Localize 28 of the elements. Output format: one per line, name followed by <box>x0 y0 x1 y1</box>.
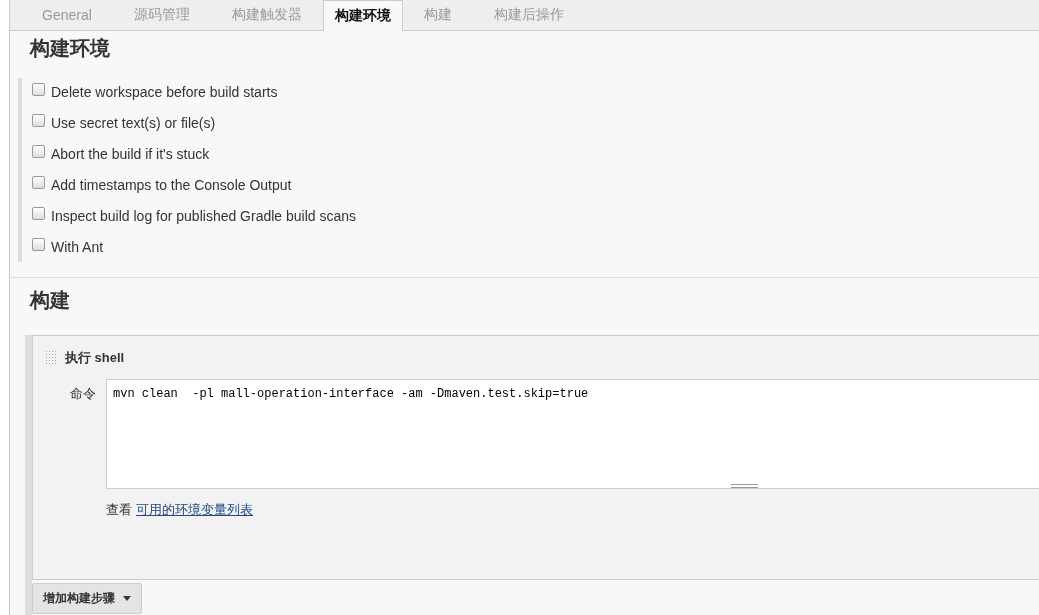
tab[interactable]: 构建后操作 <box>472 0 585 30</box>
checkbox[interactable] <box>32 114 45 127</box>
checkbox-label: Use secret text(s) or file(s) <box>51 115 216 131</box>
tab[interactable]: General <box>21 0 113 30</box>
checkbox[interactable] <box>32 238 45 251</box>
environment-variables-link[interactable]: 可用的环境变量列表 <box>136 501 253 519</box>
checkbox-label: Add timestamps to the Console Output <box>51 177 292 193</box>
add-build-step-button[interactable]: 增加构建步骤 <box>32 583 142 614</box>
caret-icon <box>123 596 131 601</box>
tab[interactable]: 源码管理 <box>112 0 211 30</box>
checkbox-label: Abort the build if it's stuck <box>51 146 210 162</box>
tab[interactable]: 构建 <box>402 0 473 30</box>
checkbox[interactable] <box>32 145 45 158</box>
section-title: 构建环境 <box>30 36 110 60</box>
tab[interactable]: 构建环境 <box>322 0 403 31</box>
checkbox-label: With Ant <box>51 239 104 255</box>
field-label: 命令 <box>69 385 97 403</box>
checkbox[interactable] <box>32 83 45 96</box>
resize-handle-icon[interactable] <box>731 484 758 488</box>
checkbox-label: Delete workspace before build starts <box>51 84 278 100</box>
section-title: 构建 <box>30 288 70 312</box>
command-field[interactable]: mvn clean -pl mall-operation-interface -am -Dmaven.test.skip=true <box>106 379 1039 489</box>
help-text: 查看 <box>106 501 132 519</box>
checkbox[interactable] <box>32 176 45 189</box>
step-title: 执行 shell <box>65 349 125 367</box>
checkbox[interactable] <box>32 207 45 220</box>
checkbox-label: Inspect build log for published Gradle build scans <box>51 208 357 224</box>
tab[interactable]: 构建触发器 <box>210 0 323 30</box>
